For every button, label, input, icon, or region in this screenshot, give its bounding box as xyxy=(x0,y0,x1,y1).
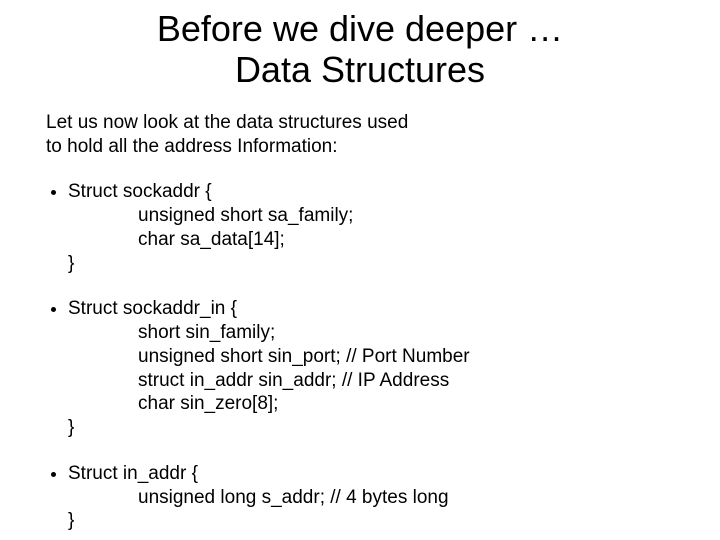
struct-list: Struct sockaddr { unsigned short sa_fami… xyxy=(40,180,680,533)
title-line-1: Before we dive deeper … xyxy=(157,8,563,49)
struct-member: unsigned short sin_port; // Port Number xyxy=(68,345,680,369)
struct-member: struct in_addr sin_addr; // IP Address xyxy=(68,369,680,393)
struct-declaration: Struct sockaddr { xyxy=(68,180,680,204)
list-item: Struct sockaddr { unsigned short sa_fami… xyxy=(68,180,680,275)
intro-text: Let us now look at the data structures u… xyxy=(46,111,476,159)
struct-member: char sin_zero[8]; xyxy=(68,392,680,416)
intro-line-1: Let us now look at the data structures u… xyxy=(46,112,408,133)
list-item: Struct sockaddr_in { short sin_family; u… xyxy=(68,297,680,440)
struct-close: } xyxy=(68,416,680,440)
slide-title: Before we dive deeper … Data Structures xyxy=(40,8,680,91)
list-item: Struct in_addr { unsigned long s_addr; /… xyxy=(68,462,680,533)
struct-close: } xyxy=(68,509,680,533)
slide: Before we dive deeper … Data Structures … xyxy=(0,0,720,540)
struct-member: char sa_data[14]; xyxy=(68,228,680,252)
struct-member: unsigned long s_addr; // 4 bytes long xyxy=(68,486,680,510)
struct-member: short sin_family; xyxy=(68,321,680,345)
struct-declaration: Struct in_addr { xyxy=(68,462,680,486)
struct-declaration: Struct sockaddr_in { xyxy=(68,297,680,321)
title-line-2: Data Structures xyxy=(235,49,485,90)
struct-member: unsigned short sa_family; xyxy=(68,204,680,228)
intro-line-2: to hold all the address Information: xyxy=(46,136,338,157)
struct-close: } xyxy=(68,252,680,276)
